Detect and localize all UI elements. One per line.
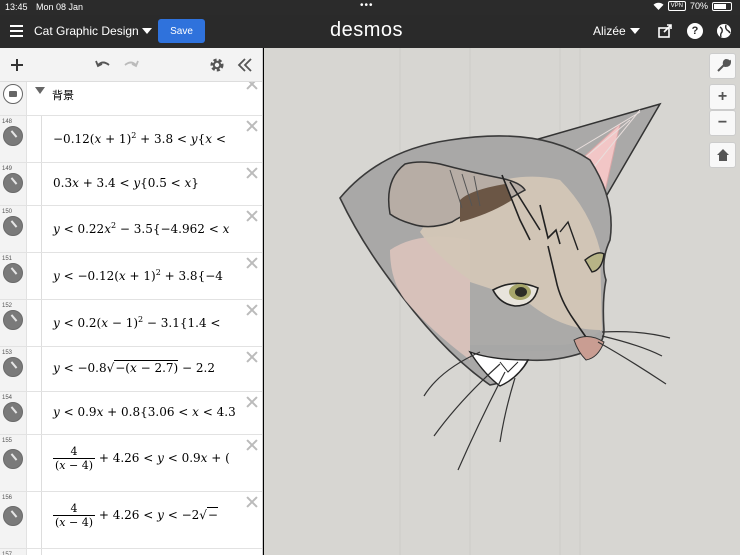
status-bar: 13:45 Mon 08 Jan ••• VPN 70% xyxy=(0,0,740,15)
expression-number: 154 xyxy=(2,395,13,401)
expression-math[interactable]: 4 (x − 4) + 4.26 < y < −2√− xyxy=(53,502,218,529)
expression-math[interactable]: y < −0.8√−(x − 2.7) − 2.2 xyxy=(53,360,215,375)
status-time: 13:45 xyxy=(5,2,28,12)
collapse-panel-icon[interactable] xyxy=(236,56,254,74)
user-dropdown-icon[interactable] xyxy=(630,28,640,34)
close-icon[interactable] xyxy=(246,351,258,363)
default-viewport-button[interactable] xyxy=(709,142,736,168)
close-icon[interactable] xyxy=(246,120,258,132)
battery-percent: 70% xyxy=(689,1,708,11)
zoom-out-button[interactable]: − xyxy=(709,110,736,136)
cat-drawing xyxy=(339,48,671,555)
multitasking-dots[interactable]: ••• xyxy=(360,0,374,11)
expression-number: 156 xyxy=(2,495,13,501)
color-swatch-icon[interactable] xyxy=(3,357,23,377)
menu-icon[interactable] xyxy=(10,25,23,37)
zoom-in-button[interactable]: + xyxy=(709,84,736,110)
folder-caret-icon[interactable] xyxy=(35,87,45,94)
close-icon[interactable] xyxy=(246,257,258,269)
graph-title[interactable]: Cat Graphic Design xyxy=(34,24,139,38)
settings-gear-icon[interactable] xyxy=(208,56,226,74)
expression-row[interactable]: 155 4 (x − 4) + 4.26 < y < 0.9x + ( xyxy=(0,435,262,492)
expression-number: 151 xyxy=(2,256,13,262)
close-icon[interactable] xyxy=(246,210,258,222)
color-swatch-icon[interactable] xyxy=(3,216,23,236)
expression-math[interactable]: y < −0.12(x + 1)2 + 3.8{−4 xyxy=(53,268,223,283)
undo-icon[interactable] xyxy=(94,56,112,74)
folder-icon[interactable] xyxy=(3,84,23,104)
expression-number: 150 xyxy=(2,209,13,215)
home-icon xyxy=(716,149,729,161)
close-icon[interactable] xyxy=(246,439,258,451)
top-bar: Cat Graphic Design Save desmos Alizée ? xyxy=(0,15,740,48)
color-swatch-icon[interactable] xyxy=(3,402,23,422)
expression-row[interactable]: 148 −0.12(x + 1)2 + 3.8 < y{x < xyxy=(0,116,262,163)
color-swatch-icon[interactable] xyxy=(3,449,23,469)
expression-number: 153 xyxy=(2,350,13,356)
status-date: Mon 08 Jan xyxy=(36,2,84,12)
expression-math[interactable]: 0.3x + 3.4 < y{0.5 < x} xyxy=(53,176,199,190)
expression-toolbar xyxy=(0,48,262,82)
expression-row[interactable]: 152 y < 0.2(x − 1)2 − 3.1{1.4 < xyxy=(0,300,262,347)
color-swatch-icon[interactable] xyxy=(3,310,23,330)
close-icon[interactable] xyxy=(246,396,258,408)
minus-icon: − xyxy=(717,114,728,131)
expression-panel: 背景 148 −0.12(x + 1)2 + 3.8 < y{x < 149 0… xyxy=(0,48,263,555)
expression-row[interactable]: 150 y < 0.22x2 − 3.5{−4.962 < x xyxy=(0,206,262,253)
color-swatch-icon[interactable] xyxy=(3,506,23,526)
status-right: VPN 70% xyxy=(653,1,732,11)
expression-row[interactable]: 156 4 (x − 4) + 4.26 < y < −2√− xyxy=(0,492,262,549)
help-icon[interactable]: ? xyxy=(687,23,703,39)
folder-row[interactable]: 背景 xyxy=(0,82,262,116)
plus-icon: + xyxy=(717,88,728,105)
folder-label[interactable]: 背景 xyxy=(52,87,74,103)
vpn-badge: VPN xyxy=(667,1,686,11)
expression-math[interactable]: y < 0.9x + 0.8{3.06 < x < 4.3 xyxy=(53,405,236,419)
expression-number: 149 xyxy=(2,166,13,172)
desmos-logo: desmos xyxy=(330,19,404,41)
title-dropdown-icon[interactable] xyxy=(142,28,152,34)
expression-number: 155 xyxy=(2,438,13,444)
graph-settings-button[interactable] xyxy=(709,53,736,79)
close-icon[interactable] xyxy=(246,304,258,316)
user-menu[interactable]: Alizée xyxy=(593,24,626,38)
wrench-icon xyxy=(716,58,731,72)
expression-row[interactable]: 151 y < −0.12(x + 1)2 + 3.8{−4 xyxy=(0,253,262,300)
graph-paper[interactable] xyxy=(264,48,740,555)
expression-math[interactable]: y < 0.22x2 − 3.5{−4.962 < x xyxy=(53,221,229,236)
add-expression-icon[interactable] xyxy=(8,56,26,74)
globe-icon[interactable] xyxy=(716,23,732,39)
expression-math[interactable]: y < 0.2(x − 1)2 − 3.1{1.4 < xyxy=(53,315,220,330)
expression-math[interactable]: 4 (x − 4) + 4.26 < y < 0.9x + ( xyxy=(53,445,230,472)
color-swatch-icon[interactable] xyxy=(3,126,23,146)
expression-math[interactable]: −0.12(x + 1)2 + 3.8 < y{x < xyxy=(53,131,226,146)
expression-row[interactable]: 153 y < −0.8√−(x − 2.7) − 2.2 xyxy=(0,347,262,392)
share-icon[interactable] xyxy=(657,23,673,39)
expression-number: 148 xyxy=(2,119,13,125)
save-button[interactable]: Save xyxy=(158,19,205,43)
expression-row[interactable]: 154 y < 0.9x + 0.8{3.06 < x < 4.3 xyxy=(0,392,262,435)
battery-icon xyxy=(712,1,732,11)
close-icon[interactable] xyxy=(246,82,258,90)
color-swatch-icon[interactable] xyxy=(3,173,23,193)
cat-nose xyxy=(573,336,605,361)
expression-row[interactable]: 149 0.3x + 3.4 < y{0.5 < x} xyxy=(0,163,262,206)
expression-row[interactable]: 157 xyxy=(0,549,262,555)
wifi-icon xyxy=(653,2,664,10)
expression-number: 152 xyxy=(2,303,13,309)
redo-icon[interactable] xyxy=(122,56,140,74)
color-swatch-icon[interactable] xyxy=(3,263,23,283)
close-icon[interactable] xyxy=(246,167,258,179)
close-icon[interactable] xyxy=(246,496,258,508)
